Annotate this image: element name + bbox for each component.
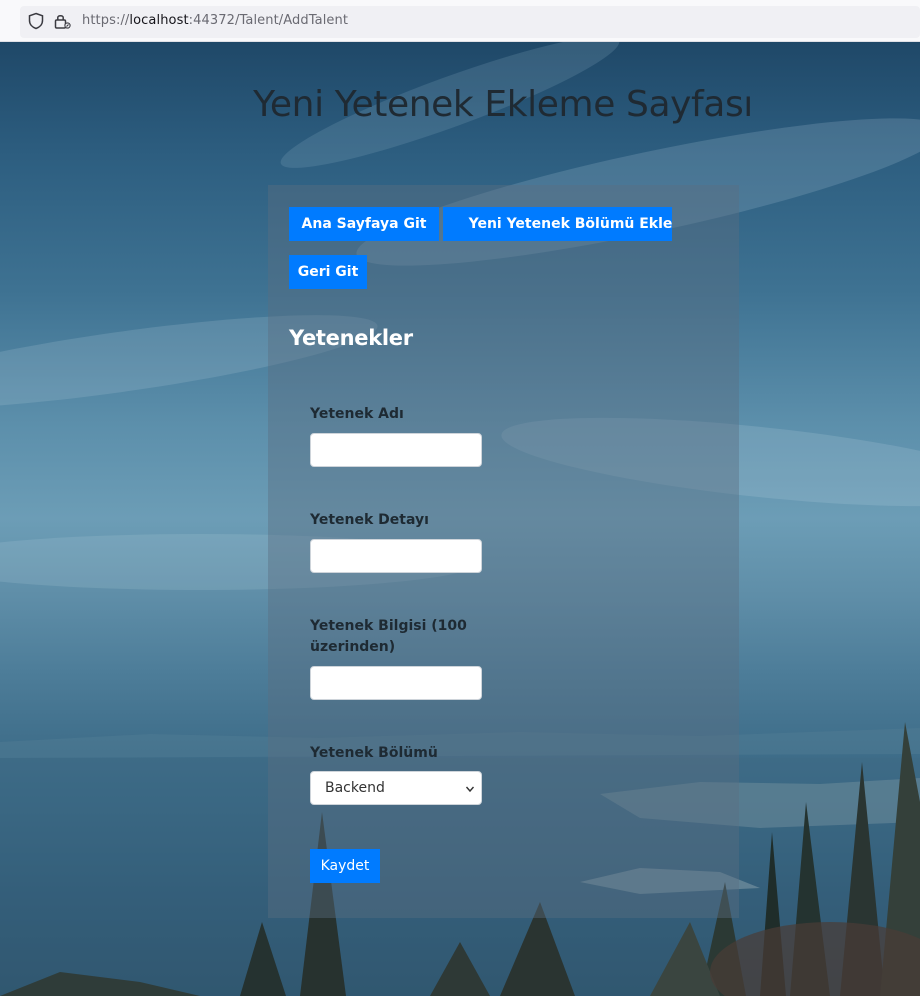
page-title: Yeni Yetenek Ekleme Sayfası [253,84,753,125]
page-background: Yeni Yetenek Ekleme Sayfası Ana Sayfaya … [0,42,920,996]
talent-section-selected-value: Backend [325,780,385,796]
shield-icon[interactable] [27,12,45,30]
lock-icon[interactable] [53,12,71,30]
browser-address-bar: https://localhost:44372/Talent/AddTalent [0,0,920,42]
form-panel: Ana Sayfaya Git Yeni Yetenek Bölümü Ekle… [268,185,739,918]
talent-name-label: Yetenek Adı [310,406,404,422]
back-button[interactable]: Geri Git [289,255,367,289]
talent-level-input[interactable] [310,666,482,700]
save-button[interactable]: Kaydet [310,849,380,883]
url-text[interactable]: https://localhost:44372/Talent/AddTalent [82,13,348,28]
talent-level-label: Yetenek Bilgisi (100 üzerinden) [310,618,467,655]
add-talent-section-button[interactable]: Yeni Yetenek Bölümü Ekle [443,207,672,241]
talent-section-label: Yetenek Bölümü [310,745,438,761]
chevron-down-icon [465,786,475,793]
talent-name-input[interactable] [310,433,482,467]
talent-detail-input[interactable] [310,539,482,573]
talent-section-select[interactable]: Backend [310,771,482,805]
talent-detail-label: Yetenek Detayı [310,512,429,528]
home-button[interactable]: Ana Sayfaya Git [289,207,439,241]
form-heading: Yetenekler [289,326,413,350]
